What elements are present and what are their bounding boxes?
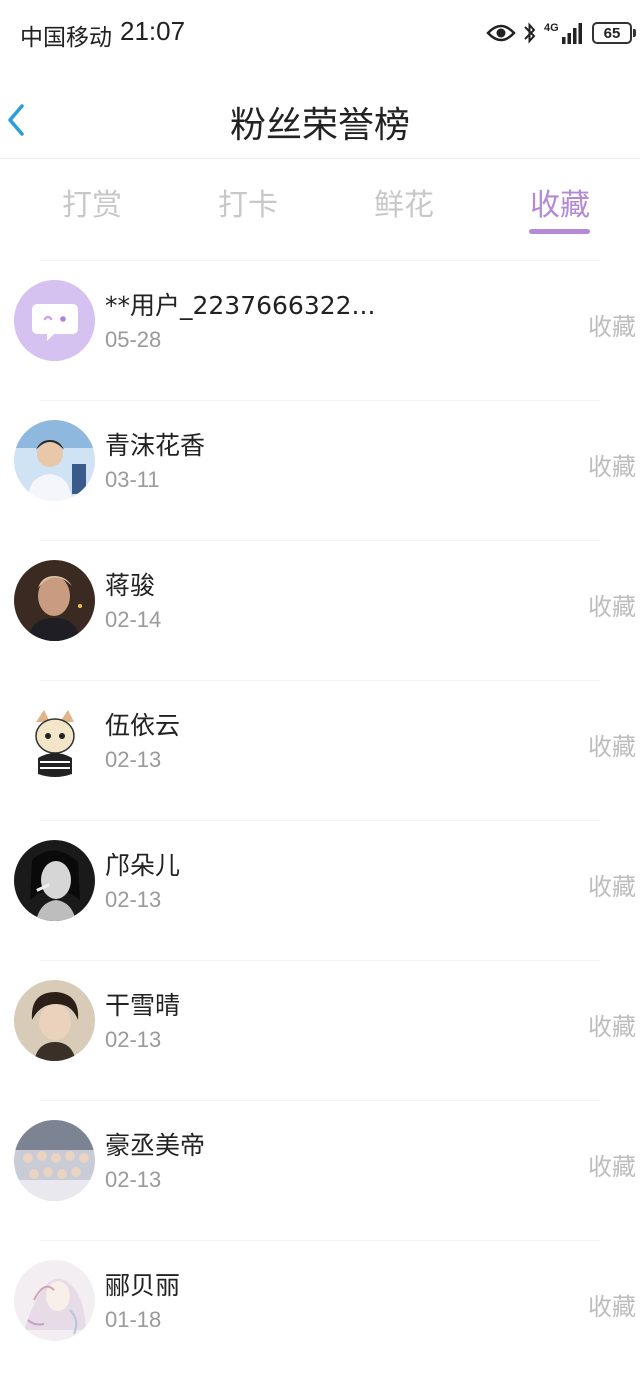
list-item[interactable]: 邝朵儿 02-13 收藏 [0,820,640,960]
list-item[interactable]: 郦贝丽 01-18 收藏 [0,1240,640,1380]
fan-date: 01-18 [105,1307,162,1332]
avatar [14,280,95,361]
list-item[interactable]: 蒋骏 02-14 收藏 [0,540,640,680]
signal-icon: 4G [544,22,582,44]
action-label: 收藏 [588,1293,636,1321]
avatar [14,700,95,781]
page-title: 粉丝荣誉榜 [229,105,410,146]
user-photo-icon [14,560,95,641]
fan-date: 02-13 [105,1027,162,1052]
divider [40,1100,600,1101]
action-label: 收藏 [588,1153,636,1181]
tab-checkin[interactable]: 打卡 [188,180,308,224]
illustration-avatar-icon [14,1260,95,1341]
header-bar: 粉丝荣誉榜 [0,80,640,159]
user-photo-icon [14,420,95,501]
divider [40,400,600,401]
battery-indicator: 65 [592,22,636,44]
status-bar: 中国移动 21:07 4G 65 [0,0,640,64]
fan-date: 02-13 [105,747,162,772]
list-item[interactable]: 豪丞美帝 02-13 收藏 [0,1100,640,1240]
active-tab-indicator [529,229,590,234]
fan-name: 干雪晴 [105,991,181,1020]
fan-date: 05-28 [105,327,162,352]
fan-name: 邝朵儿 [105,851,181,880]
avatar [14,1260,95,1341]
fan-date: 02-14 [105,607,162,632]
divider [40,960,600,961]
tab-tip[interactable]: 打赏 [32,180,152,224]
list-item[interactable]: 伍依云 02-13 收藏 [0,680,640,820]
divider [40,680,600,681]
fan-date: 03-11 [105,467,160,492]
avatar [14,980,95,1061]
chat-bubble-icon [14,280,95,361]
battery-level: 65 [603,24,621,42]
avatar [14,840,95,921]
action-label: 收藏 [588,1013,636,1041]
fan-name: 蒋骏 [105,571,156,600]
fan-name: **用户_2237666322... [105,291,376,320]
divider [40,1240,600,1241]
carrier-label: 中国移动 [20,25,112,51]
status-time: 21:07 [120,16,186,46]
avatar [14,420,95,501]
action-label: 收藏 [588,313,636,341]
fan-name: 青沫花香 [105,431,206,460]
fan-name: 伍依云 [105,711,181,740]
fan-name: 郦贝丽 [105,1271,181,1300]
group-photo-icon [14,1120,95,1201]
list-item[interactable]: **用户_2237666322... 05-28 收藏 [0,260,640,400]
user-photo-icon [14,840,95,921]
svg-text:4G: 4G [544,22,559,34]
divider [40,540,600,541]
action-label: 收藏 [588,733,636,761]
avatar [14,560,95,641]
tab-favorites[interactable]: 收藏 [500,180,620,224]
status-icons: 4G 65 [486,18,636,48]
divider [40,820,600,821]
action-label: 收藏 [588,453,636,481]
list-item[interactable]: 青沫花香 03-11 收藏 [0,400,640,540]
avatar [14,1120,95,1201]
cartoon-avatar-icon [14,700,95,781]
user-photo-icon [14,980,95,1061]
tab-flowers[interactable]: 鲜花 [344,180,464,224]
bluetooth-icon [524,22,536,44]
action-label: 收藏 [588,873,636,901]
eye-icon [486,24,516,42]
fan-date: 02-13 [105,887,162,912]
fan-date: 02-13 [105,1167,162,1192]
fan-name: 豪丞美帝 [105,1131,206,1160]
tab-bar: 打赏 打卡 鲜花 收藏 [0,170,640,250]
divider [40,260,600,261]
action-label: 收藏 [588,593,636,621]
list-item[interactable]: 干雪晴 02-13 收藏 [0,960,640,1100]
